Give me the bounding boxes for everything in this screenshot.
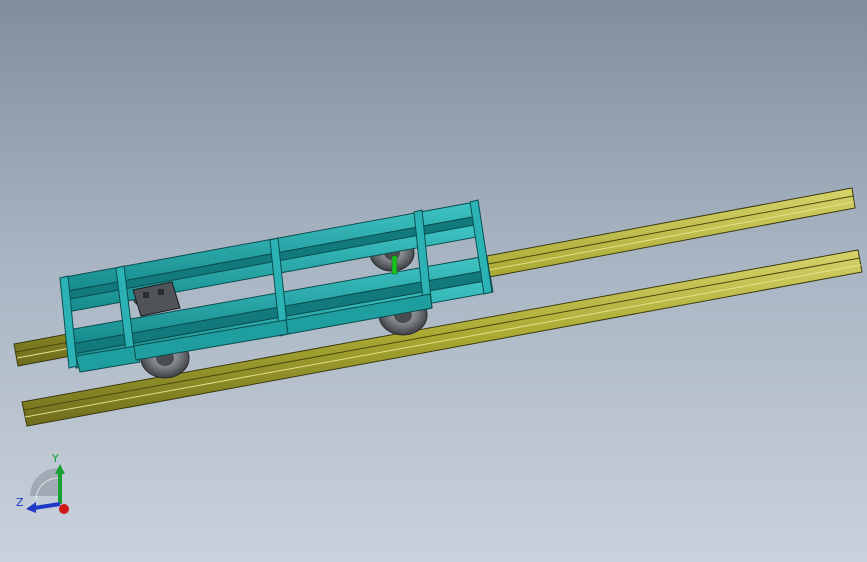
coordinate-triad	[26, 464, 69, 514]
3d-viewport[interactable]: Y Z	[0, 0, 867, 562]
z-axis-label: Z	[16, 496, 24, 509]
green-marker[interactable]	[391, 255, 398, 275]
y-axis-label: Y	[51, 452, 59, 465]
x-axis-arrow	[59, 504, 69, 514]
z-axis-arrow	[33, 502, 61, 510]
